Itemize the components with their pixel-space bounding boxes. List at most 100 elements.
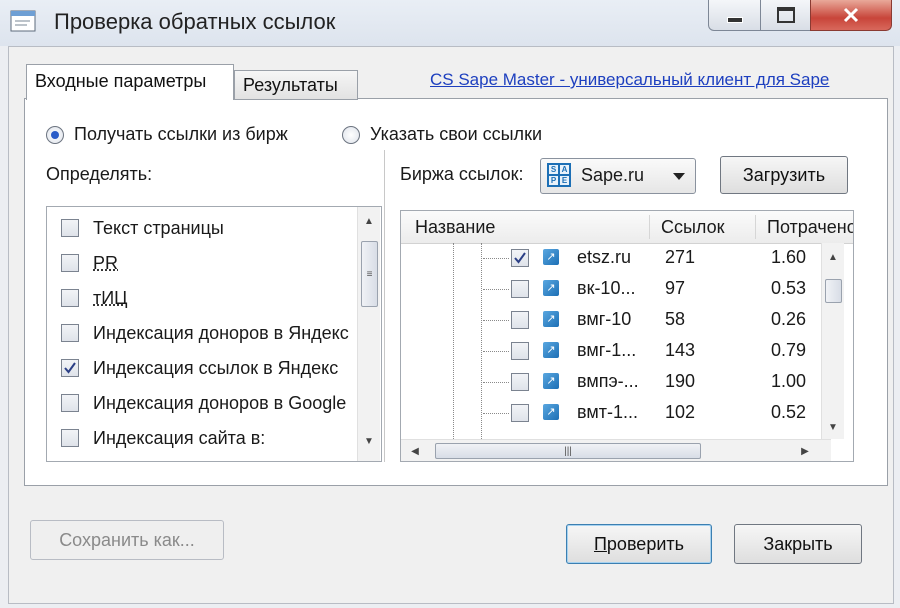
table-row[interactable]: ↗ вмг-10 58 0.26	[401, 305, 821, 336]
cs-sape-master-link[interactable]: CS Sape Master - универсальный клиент дл…	[430, 70, 829, 90]
scroll-left-icon[interactable]: ◀	[407, 441, 423, 461]
determine-checklist[interactable]: Текст страницы PR тИЦ Индексация доноров…	[46, 206, 382, 462]
list-item[interactable]: Текст страницы	[61, 213, 224, 243]
tree-branch	[483, 289, 509, 290]
column-header-spent[interactable]: Потрачено	[767, 217, 853, 238]
radio-from-exchanges[interactable]: Получать ссылки из бирж	[46, 124, 288, 145]
accelerator-key: П	[593, 533, 607, 554]
title-bar[interactable]: Проверка обратных ссылок	[0, 0, 900, 46]
scroll-thumb[interactable]: ≡	[361, 241, 378, 307]
maximize-icon	[777, 7, 795, 23]
list-item[interactable]: Индексация ссылок в Яндекс	[61, 353, 338, 383]
column-separator[interactable]	[649, 215, 650, 239]
site-icon: ↗	[543, 373, 559, 389]
row-spent: 0.26	[771, 309, 807, 329]
list-item-label: тИЦ	[93, 287, 128, 308]
tab-results[interactable]: Результаты	[234, 70, 358, 100]
row-checkbox[interactable]	[511, 311, 529, 329]
site-icon: ↗	[543, 404, 559, 420]
table-row[interactable]: ↗ вмпэ-... 190 1.00	[401, 367, 821, 398]
checkmark-icon	[514, 252, 526, 264]
checkbox[interactable]	[61, 429, 79, 447]
checkbox-checked[interactable]	[61, 359, 79, 377]
table-row[interactable]: ↗ вмг-1... 143 0.79	[401, 336, 821, 367]
table-row[interactable]: ↗ etsz.ru 271 1.60	[401, 243, 821, 274]
row-checkbox[interactable]	[511, 342, 529, 360]
close-button[interactable]: Закрыть	[734, 524, 862, 564]
scroll-thumb[interactable]	[825, 279, 842, 303]
window-title: Проверка обратных ссылок	[54, 9, 336, 34]
scroll-up-icon[interactable]: ▲	[358, 211, 380, 231]
tree-branch	[483, 258, 509, 259]
save-as-button[interactable]: Сохранить как...	[30, 520, 224, 560]
scroll-up-icon[interactable]: ▲	[822, 247, 844, 267]
links-table[interactable]: Название Ссылок Потрачено ↗ etsz.ru 271 …	[400, 210, 854, 462]
radio-own-links[interactable]: Указать свои ссылки	[342, 124, 542, 145]
checkbox[interactable]	[61, 254, 79, 272]
checkbox[interactable]	[61, 219, 79, 237]
row-name: вмпэ-...	[577, 371, 639, 391]
maximize-button[interactable]	[760, 0, 812, 31]
logo-letter: P	[549, 175, 558, 185]
row-links: 190	[665, 371, 696, 391]
row-checkbox-checked[interactable]	[511, 249, 529, 267]
column-separator[interactable]	[755, 215, 756, 239]
exchange-selected-value: Sape.ru	[581, 165, 645, 185]
close-window-button[interactable]	[810, 0, 892, 31]
logo-letter: A	[560, 164, 569, 174]
table-horizontal-scrollbar[interactable]: ◀ ||| ▶	[401, 439, 831, 461]
dialog-window: Проверка обратных ссылок Входные парамет…	[0, 0, 900, 608]
table-header: Название Ссылок Потрачено	[401, 211, 853, 244]
row-links: 97	[665, 278, 686, 298]
checklist-scrollbar[interactable]: ▲ ≡ ▼	[357, 207, 380, 461]
checkbox[interactable]	[61, 394, 79, 412]
list-item-label: Индексация сайта в:	[93, 427, 266, 448]
minimize-icon	[727, 17, 743, 23]
row-spent: 1.60	[771, 247, 807, 267]
row-name: etsz.ru	[577, 247, 632, 267]
list-item[interactable]: PR	[61, 248, 118, 278]
row-links: 271	[665, 247, 696, 267]
list-item[interactable]: Индексация доноров в Яндекс	[61, 318, 349, 348]
site-icon: ↗	[543, 311, 559, 327]
site-icon: ↗	[543, 342, 559, 358]
checkbox[interactable]	[61, 289, 79, 307]
tab-input-parameters[interactable]: Входные параметры	[26, 64, 234, 100]
scroll-down-icon[interactable]: ▼	[822, 417, 844, 437]
checkbox[interactable]	[61, 324, 79, 342]
row-name: вмт-1...	[577, 402, 638, 422]
chevron-down-icon	[673, 173, 685, 180]
row-spent: 0.52	[771, 402, 807, 422]
row-links: 143	[665, 340, 696, 360]
exchange-select[interactable]: S A P E Sape.ru	[540, 158, 696, 194]
table-scrollbar[interactable]: ▲ ▼	[821, 243, 844, 439]
check-button[interactable]: Проверить	[566, 524, 712, 564]
exchange-label: Биржа ссылок:	[400, 164, 524, 184]
close-icon	[843, 7, 859, 23]
row-name: вмг-1...	[577, 340, 637, 360]
minimize-button[interactable]	[708, 0, 762, 31]
list-item-label: Индексация ссылок в Яндекс	[93, 357, 339, 378]
row-spent: 0.79	[771, 340, 807, 360]
list-item-label: PR	[93, 252, 119, 273]
row-checkbox[interactable]	[511, 404, 529, 422]
column-header-name[interactable]: Название	[415, 217, 495, 238]
checkmark-icon	[64, 362, 76, 374]
load-button[interactable]: Загрузить	[720, 156, 848, 194]
scroll-thumb[interactable]: |||	[435, 443, 701, 459]
table-row[interactable]: ↗ вмт-1... 102 0.52	[401, 398, 821, 429]
list-item[interactable]: тИЦ	[61, 283, 128, 313]
list-item[interactable]: Индексация доноров в Google	[61, 388, 346, 418]
list-item-label: Текст страницы	[93, 217, 224, 238]
row-links: 58	[665, 309, 686, 329]
scroll-down-icon[interactable]: ▼	[358, 431, 380, 451]
column-header-links[interactable]: Ссылок	[661, 217, 725, 238]
row-checkbox[interactable]	[511, 373, 529, 391]
panel-divider	[384, 150, 385, 462]
row-checkbox[interactable]	[511, 280, 529, 298]
logo-letter: S	[549, 164, 558, 174]
scroll-right-icon[interactable]: ▶	[797, 441, 813, 461]
radio-label: Получать ссылки из бирж	[74, 124, 288, 144]
list-item[interactable]: Индексация сайта в:	[61, 423, 265, 453]
table-row[interactable]: ↗ вк-10... 97 0.53	[401, 274, 821, 305]
